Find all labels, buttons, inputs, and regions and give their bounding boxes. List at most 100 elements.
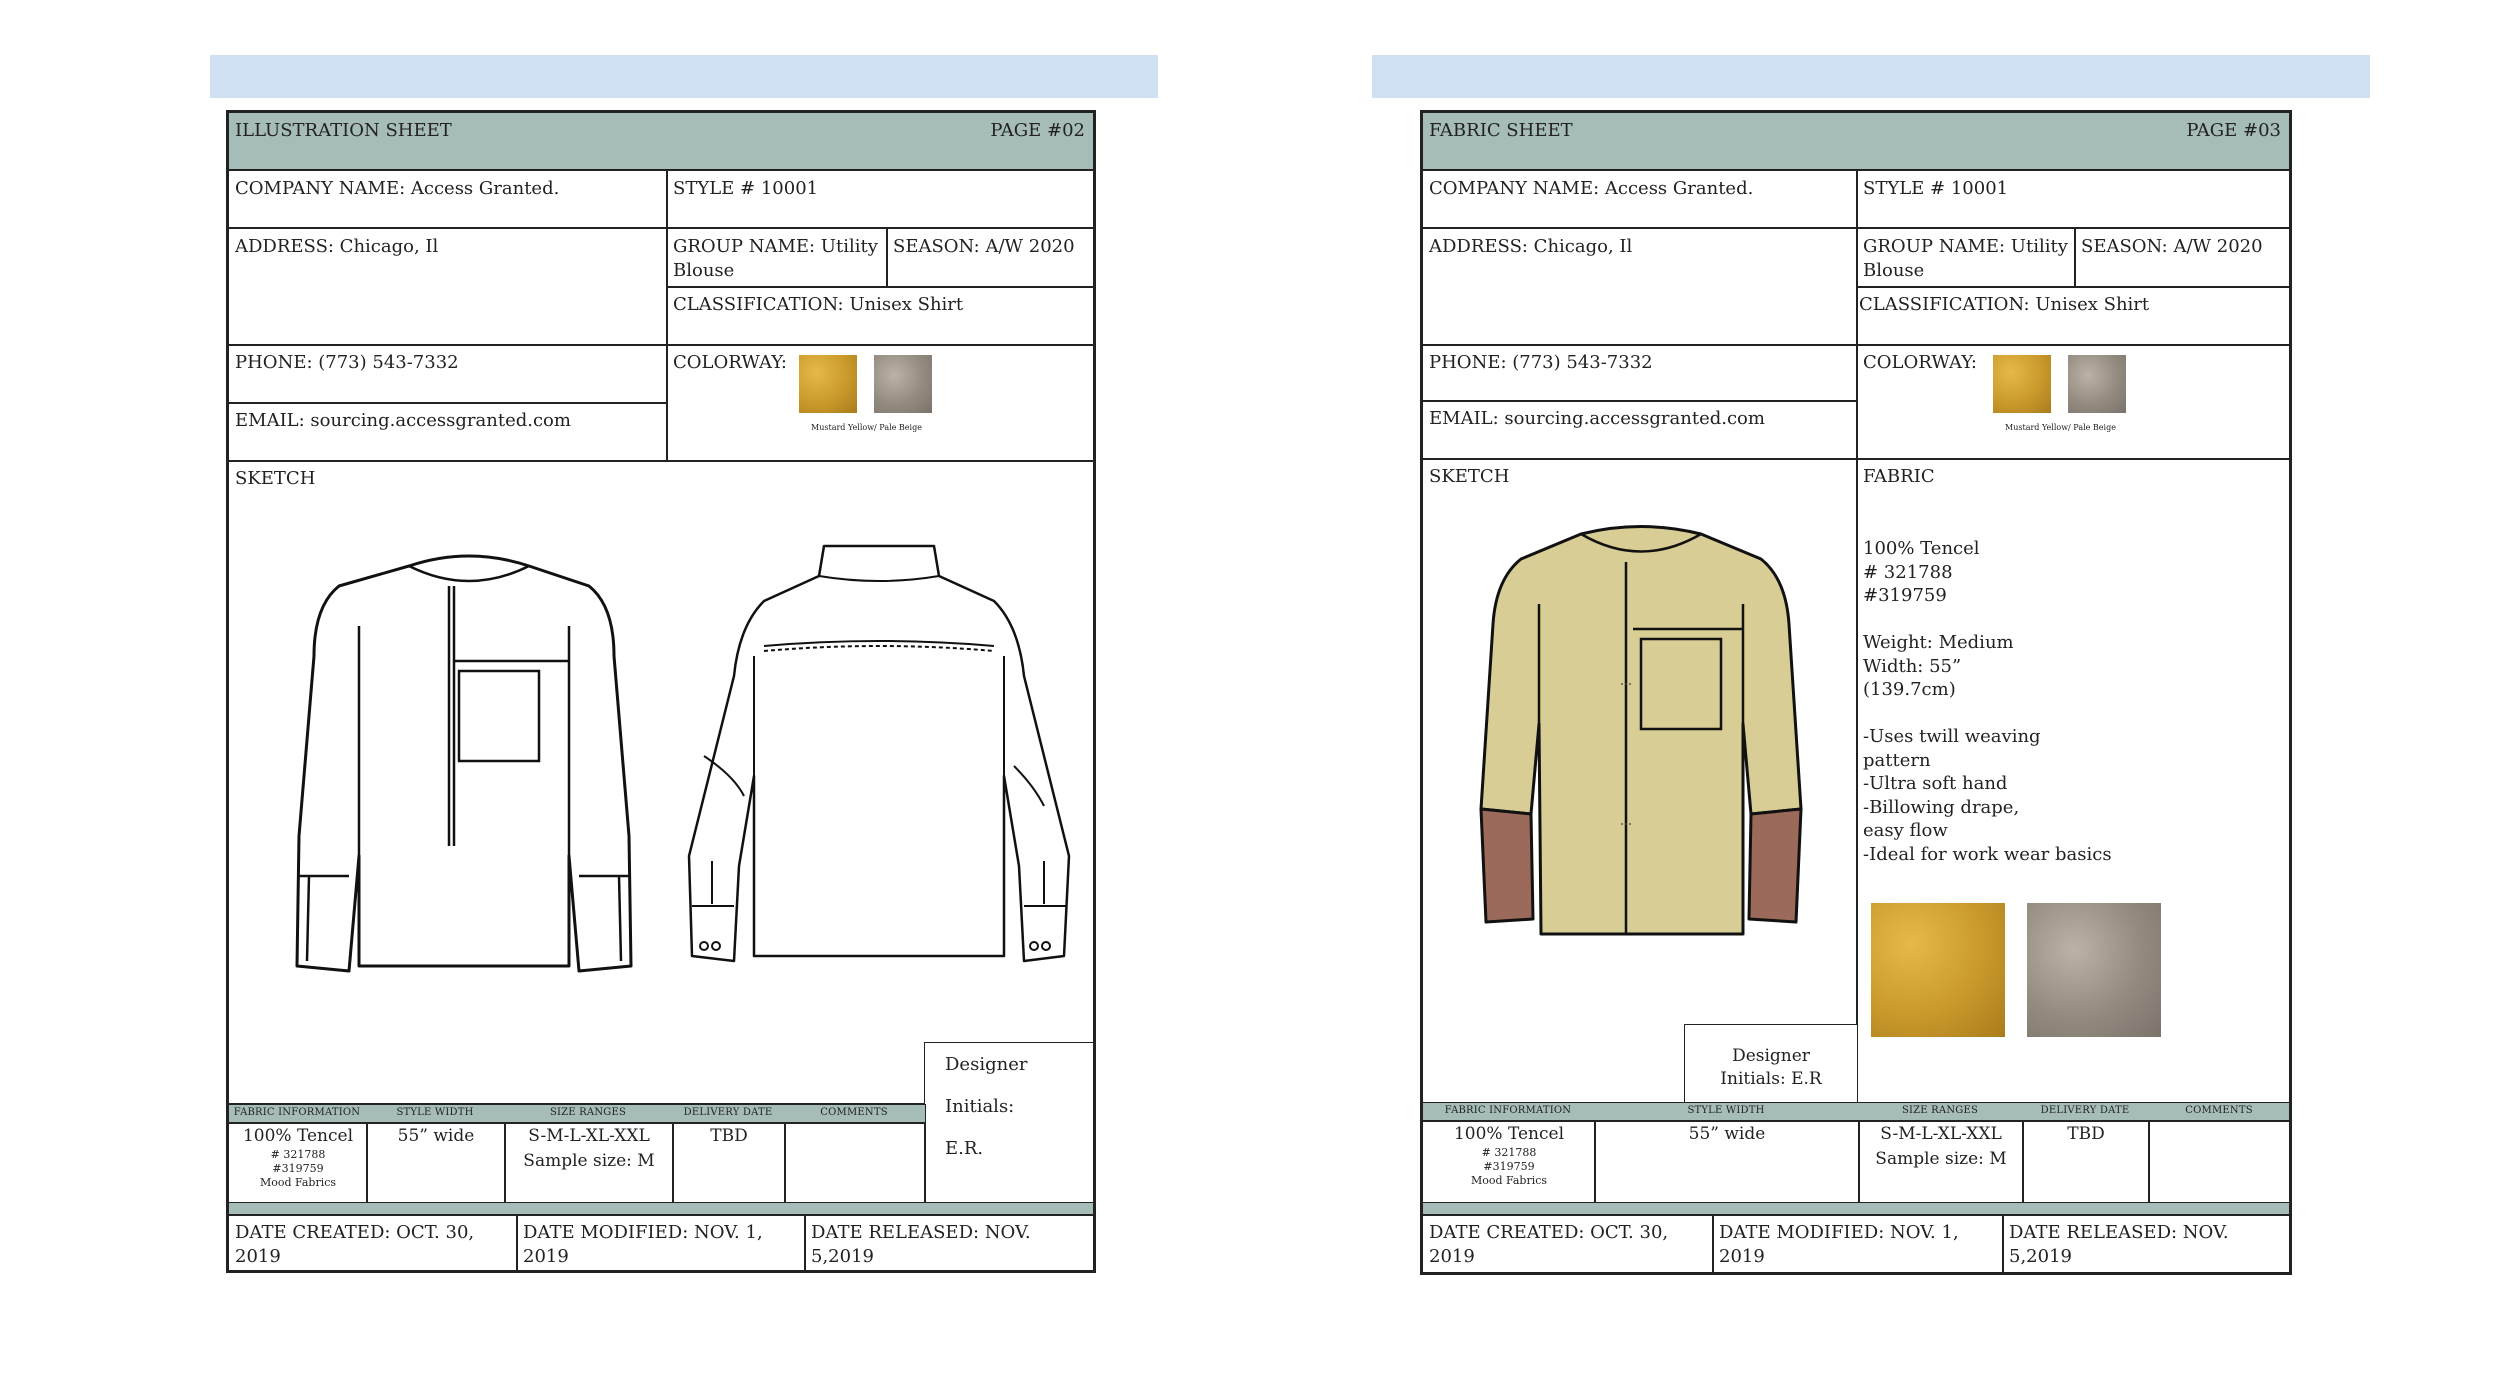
fabric-line: pattern <box>1863 749 1931 771</box>
address-cell: ADDRESS: Chicago, Il <box>1422 228 1858 346</box>
date-modified: DATE MODIFIED: NOV. 1, 2019 <box>1719 1222 1959 1267</box>
initials-label: Initials: E.R <box>1720 1069 1822 1089</box>
mustard-swatch <box>1993 355 2051 413</box>
group-name-line1: GROUP NAME: Utility <box>1863 236 2068 257</box>
phone: PHONE: (773) 543-7332 <box>235 352 459 373</box>
group-cell: GROUP NAME: Utility Blouse <box>666 228 888 288</box>
email-cell: EMAIL: sourcing.accessgranted.com <box>228 402 668 462</box>
sheet-header: FABRIC SHEET PAGE #03 <box>1422 112 2290 170</box>
season-cell: SEASON: A/W 2020 <box>2074 228 2290 288</box>
fabric-line: #319759 <box>1863 585 1947 606</box>
colorway-cell: COLORWAY: Mustard Yellow/ Pale Beige <box>666 344 1094 462</box>
fabric-line: -Uses twill weaving <box>1863 726 2041 747</box>
fabric-title: FABRIC <box>1863 466 1935 487</box>
sketch-area: SKETCH <box>1422 458 1858 1104</box>
fabric-line <box>1863 702 2112 726</box>
fabric-swatch-mustard <box>1871 903 2005 1037</box>
shirt-front-sketch <box>295 554 633 973</box>
date-released: DATE RELEASED: NOV. 5,2019 <box>2009 1222 2229 1267</box>
initials-value: E.R. <box>945 1138 984 1159</box>
phone-cell: PHONE: (773) 543-7332 <box>1422 344 1858 402</box>
style-width-value: 55” wide <box>1688 1124 1766 1144</box>
style-width-value: 55” wide <box>397 1126 475 1146</box>
email: EMAIL: sourcing.accessgranted.com <box>1429 408 1765 429</box>
left-top-banner <box>210 55 1158 98</box>
delivery-value: TBD <box>710 1126 748 1146</box>
size-range: S-M-L-XL-XXL <box>1880 1124 2002 1144</box>
page-number: PAGE #02 <box>990 120 1085 141</box>
colorway-cell: COLORWAY: Mustard Yellow/ Pale Beige <box>1856 344 2290 460</box>
fabric-supplier: Mood Fabrics <box>1470 1174 1548 1187</box>
fabric-info-area: FABRIC 100% Tencel # 321788 #319759 Weig… <box>1856 458 2290 1104</box>
fabric-line: -Billowing drape, <box>1863 796 2020 818</box>
company-name: COMPANY NAME: Access Granted. <box>235 178 560 199</box>
shirt-back-sketch <box>687 544 1071 963</box>
designer-box: Designer Initials: E.R. <box>924 1042 1094 1212</box>
sheet-header: ILLUSTRATION SHEET PAGE #02 <box>228 112 1094 170</box>
address: ADDRESS: Chicago, Il <box>1429 236 1633 257</box>
date-modified-cell: DATE MODIFIED: NOV. 1, 2019 <box>1712 1214 2004 1273</box>
classification: CLASSIFICATION: Unisex Shirt <box>673 294 964 315</box>
th-comments: COMMENTS <box>2185 1105 2253 1116</box>
season-cell: SEASON: A/W 2020 <box>886 228 1094 288</box>
fabric-code-2: #319759 <box>272 1162 324 1175</box>
phone: PHONE: (773) 543-7332 <box>1429 352 1653 373</box>
date-modified: DATE MODIFIED: NOV. 1, 2019 <box>523 1222 763 1267</box>
fabric-code-2: #319759 <box>1483 1160 1535 1173</box>
td-comments <box>2148 1120 2290 1204</box>
shirt-colored-sketch <box>1479 525 1803 936</box>
td-style-width: 55” wide <box>366 1122 506 1204</box>
colorway-label: COLORWAY: <box>673 352 787 373</box>
th-fabric-info: FABRIC INFORMATION <box>1444 1105 1572 1116</box>
fabric-line: easy flow <box>1863 820 1948 841</box>
fabric-main: 100% Tencel <box>1453 1124 1565 1144</box>
address-cell: ADDRESS: Chicago, Il <box>228 228 668 346</box>
email-cell: EMAIL: sourcing.accessgranted.com <box>1422 400 1858 460</box>
designer-label: Designer <box>1732 1046 1810 1066</box>
page-number: PAGE #03 <box>2186 120 2281 141</box>
company-name: COMPANY NAME: Access Granted. <box>1429 178 1754 199</box>
group-cell: GROUP NAME: Utility Blouse <box>1856 228 2076 288</box>
classification-cell: CLASSIFICATION: Unisex Shirt <box>1856 286 2290 346</box>
fabric-line: (139.7cm) <box>1863 679 1956 700</box>
sketch-label: SKETCH <box>235 468 316 489</box>
classification-cell: CLASSIFICATION: Unisex Shirt <box>666 286 1094 346</box>
date-released: DATE RELEASED: NOV. 5,2019 <box>811 1222 1031 1267</box>
td-delivery-date: TBD <box>2022 1120 2150 1204</box>
fabric-supplier: Mood Fabrics <box>259 1176 337 1189</box>
mustard-swatch <box>799 355 857 413</box>
season: SEASON: A/W 2020 <box>2081 236 2263 257</box>
style-cell: STYLE # 10001 <box>666 170 1094 228</box>
fabric-line <box>1863 608 2112 632</box>
date-created: DATE CREATED: OCT. 30, 2019 <box>235 1222 475 1267</box>
style-number: STYLE # 10001 <box>1863 178 2009 199</box>
th-size-ranges: SIZE RANGES <box>549 1107 627 1118</box>
beige-swatch <box>874 355 932 413</box>
illustration-sheet: ILLUSTRATION SHEET PAGE #02 COMPANY NAME… <box>226 110 1096 1273</box>
sample-size: Sample size: M <box>1875 1149 2007 1169</box>
th-style-width: STYLE WIDTH <box>396 1107 474 1118</box>
designer-label: Designer <box>945 1054 1028 1075</box>
th-size-ranges: SIZE RANGES <box>1901 1105 1979 1116</box>
td-comments <box>784 1122 926 1204</box>
company-cell: COMPANY NAME: Access Granted. <box>1422 170 1858 228</box>
fabric-sheet: FABRIC SHEET PAGE #03 COMPANY NAME: Acce… <box>1420 110 2292 1275</box>
date-created: DATE CREATED: OCT. 30, 2019 <box>1429 1222 1669 1267</box>
fabric-details: 100% Tencel # 321788 #319759 Weight: Med… <box>1863 537 2112 866</box>
sketch-label: SKETCH <box>1429 466 1510 487</box>
sample-size: Sample size: M <box>523 1151 655 1171</box>
fabric-line: Width: 55” <box>1863 655 1962 677</box>
size-range: S-M-L-XL-XXL <box>528 1126 650 1146</box>
initials-label: Initials: <box>945 1096 1015 1117</box>
fabric-line: # 321788 <box>1863 561 1953 583</box>
td-size-ranges: S-M-L-XL-XXL Sample size: M <box>1858 1120 2024 1204</box>
td-size-ranges: S-M-L-XL-XXL Sample size: M <box>504 1122 674 1204</box>
td-delivery-date: TBD <box>672 1122 786 1204</box>
fabric-code-1: # 321788 <box>270 1148 326 1161</box>
beige-swatch <box>2068 355 2126 413</box>
right-top-banner <box>1372 55 2370 98</box>
fabric-line: -Ideal for work wear basics <box>1863 843 2112 865</box>
fabric-swatch-beige <box>2027 903 2161 1037</box>
classification: CLASSIFICATION: Unisex Shirt <box>1859 294 2150 315</box>
date-created-cell: DATE CREATED: OCT. 30, 2019 <box>228 1214 518 1271</box>
